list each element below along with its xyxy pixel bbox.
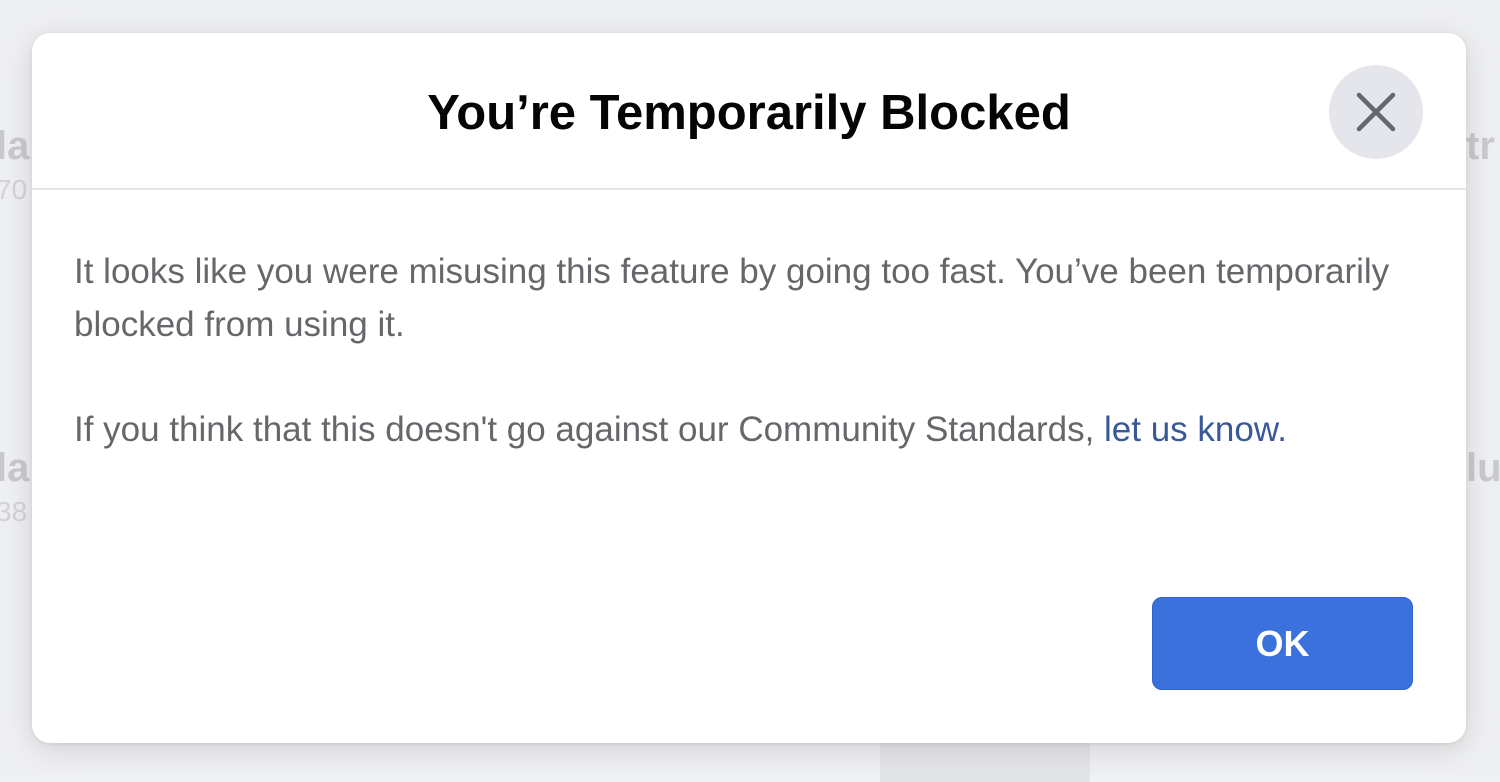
dialog-header: You’re Temporarily Blocked <box>32 33 1466 190</box>
dialog-title: You’re Temporarily Blocked <box>427 86 1071 140</box>
dialog-message: It looks like you were misusing this fea… <box>74 252 1390 344</box>
background-text: la <box>0 124 30 168</box>
dialog-body: It looks like you were misusing this fea… <box>74 245 1414 508</box>
appeal-suffix: . <box>1277 410 1287 449</box>
close-button[interactable] <box>1329 65 1423 159</box>
background-text: 38 <box>0 496 28 527</box>
close-icon <box>1356 92 1396 132</box>
blocked-dialog: You’re Temporarily Blocked It looks like… <box>32 33 1466 743</box>
background-text: la <box>0 446 30 490</box>
background-text: 70 <box>0 174 28 205</box>
background-block <box>880 742 1090 782</box>
background-text: lu <box>1466 446 1500 490</box>
let-us-know-link[interactable]: let us know <box>1104 410 1277 449</box>
ok-button[interactable]: OK <box>1152 597 1413 690</box>
appeal-prefix: If you think that this doesn't go agains… <box>74 410 1105 449</box>
dialog-appeal-text: If you think that this doesn't go agains… <box>74 403 1414 456</box>
background-text: tr <box>1466 124 1495 168</box>
